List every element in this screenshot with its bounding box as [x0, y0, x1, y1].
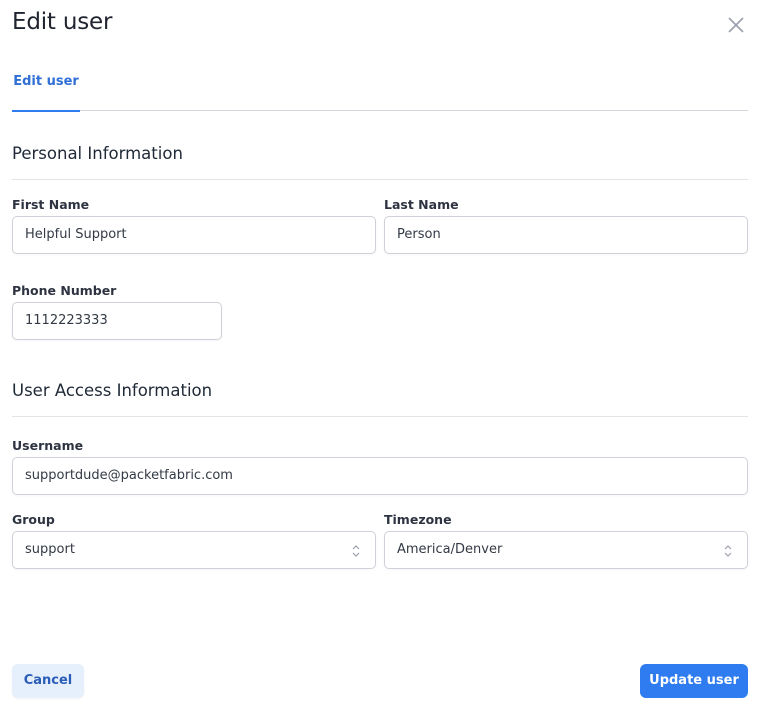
- close-icon: [728, 17, 744, 33]
- phone-number-input[interactable]: 1112223333: [12, 302, 222, 340]
- section-divider: [12, 416, 748, 417]
- first-name-input[interactable]: Helpful Support: [12, 216, 376, 254]
- modal-title: Edit user: [12, 9, 113, 35]
- timezone-selected-value: America/Denver: [397, 542, 503, 557]
- tab-edit-user[interactable]: Edit user: [12, 60, 80, 112]
- update-user-button[interactable]: Update user: [640, 664, 748, 698]
- section-heading-access: User Access Information: [12, 381, 213, 400]
- timezone-select[interactable]: America/Denver: [384, 531, 748, 569]
- chevron-up-down-icon: [724, 545, 732, 557]
- group-select[interactable]: support: [12, 531, 376, 569]
- phone-number-label: Phone Number: [12, 283, 117, 298]
- close-button[interactable]: [726, 15, 746, 35]
- tab-bar: Edit user: [12, 60, 748, 112]
- username-input[interactable]: supportdude@packetfabric.com: [12, 457, 748, 495]
- last-name-label: Last Name: [384, 197, 459, 212]
- section-heading-personal: Personal Information: [12, 144, 183, 163]
- last-name-input[interactable]: Person: [384, 216, 748, 254]
- group-label: Group: [12, 512, 55, 527]
- section-divider: [12, 179, 748, 180]
- group-selected-value: support: [25, 542, 75, 557]
- edit-user-modal: Edit user Edit user Personal Information…: [0, 0, 760, 712]
- first-name-label: First Name: [12, 197, 90, 212]
- chevron-up-down-icon: [352, 545, 360, 557]
- timezone-label: Timezone: [384, 512, 452, 527]
- cancel-button[interactable]: Cancel: [12, 664, 84, 698]
- username-label: Username: [12, 438, 84, 453]
